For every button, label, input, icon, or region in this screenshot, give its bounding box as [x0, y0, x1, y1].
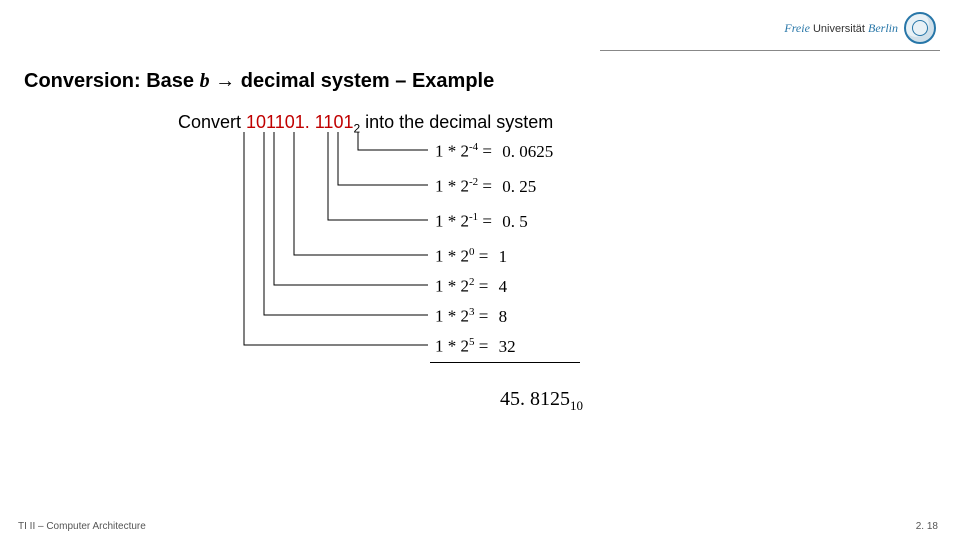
term-res: 0. 0625	[496, 142, 553, 161]
term-exp: -2	[469, 176, 478, 188]
term-eq: =	[475, 247, 493, 266]
term-res: 0. 5	[496, 212, 528, 231]
term-eq: =	[475, 337, 493, 356]
term-expr: 1 * 2	[435, 142, 469, 161]
title-part2: decimal system – Example	[241, 70, 494, 92]
term-expr: 1 * 2	[435, 212, 469, 231]
uni-prefix: Freie	[784, 21, 810, 35]
term-res: 32	[493, 337, 516, 356]
term-res: 4	[493, 277, 508, 296]
term-expr: 1 * 2	[435, 307, 469, 326]
term-eq: =	[478, 142, 496, 161]
footer-left: TI II – Computer Architecture	[18, 521, 146, 532]
term-eq: =	[475, 307, 493, 326]
result-number: 45. 8125	[500, 388, 570, 410]
term-expr: 1 * 2	[435, 247, 469, 266]
conversion-diagram: 1 * 2-4 = 0. 0625 1 * 2-2 = 0. 25 1 * 2-…	[180, 130, 740, 450]
title-base-b: b	[200, 70, 210, 92]
term-eq: =	[475, 277, 493, 296]
term-eq: =	[478, 212, 496, 231]
term-res: 8	[493, 307, 508, 326]
uni-mid: Universität	[813, 23, 865, 35]
term-expr: 1 * 2	[435, 277, 469, 296]
term-row: 1 * 20 = 1	[435, 246, 507, 267]
term-row: 1 * 2-4 = 0. 0625	[435, 141, 553, 162]
uni-suffix: Berlin	[868, 21, 898, 35]
term-expr: 1 * 2	[435, 177, 469, 196]
sum-rule	[430, 362, 580, 363]
term-res: 0. 25	[496, 177, 536, 196]
page-title: Conversion: Base b → decimal system – Ex…	[24, 70, 494, 93]
term-row: 1 * 23 = 8	[435, 306, 507, 327]
title-part1: Conversion: Base	[24, 70, 200, 92]
result-base: 10	[570, 398, 583, 413]
term-row: 1 * 22 = 4	[435, 276, 507, 297]
arrow-icon: →	[210, 70, 241, 92]
convert-tail: into the decimal system	[360, 112, 553, 132]
result-value: 45. 812510	[500, 388, 583, 414]
term-expr: 1 * 2	[435, 337, 469, 356]
convert-lead: Convert	[178, 112, 246, 132]
university-name: Freie Universität Berlin	[784, 21, 898, 36]
university-logo: Freie Universität Berlin	[784, 12, 936, 44]
term-exp: -1	[469, 211, 478, 223]
footer-right: 2. 18	[916, 521, 938, 532]
convert-number: 101101. 1101	[246, 112, 353, 132]
term-row: 1 * 25 = 32	[435, 336, 516, 357]
term-row: 1 * 2-1 = 0. 5	[435, 211, 528, 232]
seal-icon	[904, 12, 936, 44]
term-eq: =	[478, 177, 496, 196]
term-res: 1	[493, 247, 508, 266]
term-row: 1 * 2-2 = 0. 25	[435, 176, 536, 197]
header-divider	[600, 50, 940, 51]
term-exp: -4	[469, 141, 478, 153]
